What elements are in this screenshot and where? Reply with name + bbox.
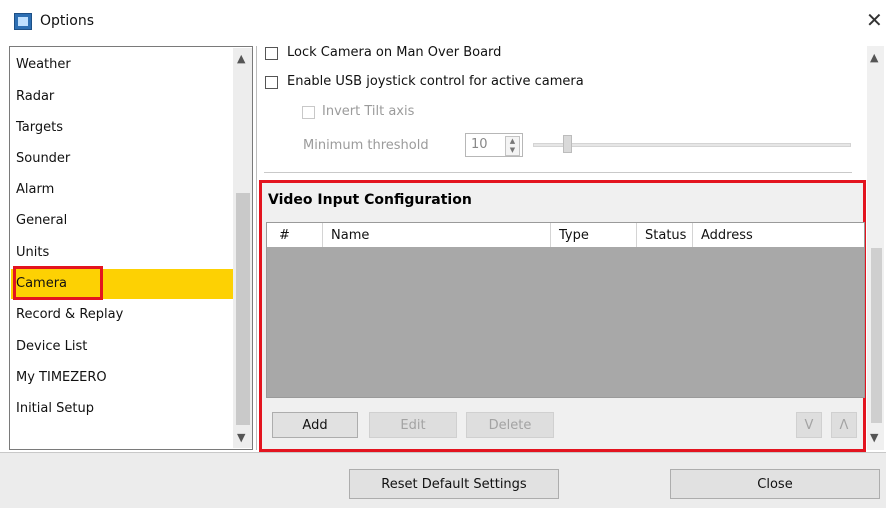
- settings-scroll-thumb[interactable]: [871, 248, 882, 423]
- close-button[interactable]: Close: [670, 469, 880, 499]
- nav-item-initial-setup[interactable]: Initial Setup: [16, 401, 94, 416]
- video-input-title: Video Input Configuration: [268, 192, 472, 208]
- panel-divider: [256, 46, 257, 450]
- usb-joystick-checkbox[interactable]: [265, 76, 278, 89]
- nav-item-record-replay[interactable]: Record & Replay: [16, 307, 123, 322]
- nav-item-device-list[interactable]: Device List: [16, 339, 87, 354]
- nav-item-radar[interactable]: Radar: [16, 89, 54, 104]
- move-up-button[interactable]: Λ: [831, 412, 857, 438]
- nav-item-units[interactable]: Units: [16, 245, 49, 260]
- nav-item-weather[interactable]: Weather: [16, 57, 71, 72]
- nav-item-sounder[interactable]: Sounder: [16, 151, 70, 166]
- lock-camera-mob-checkbox[interactable]: [265, 47, 278, 60]
- column-number[interactable]: #: [279, 228, 290, 243]
- column-name[interactable]: Name: [331, 228, 369, 243]
- dialog-footer: Reset Default Settings Close: [0, 452, 886, 508]
- min-threshold-label: Minimum threshold: [303, 138, 429, 153]
- column-address[interactable]: Address: [701, 228, 753, 243]
- close-icon[interactable]: ✕: [866, 8, 883, 32]
- window-title: Options: [40, 13, 95, 29]
- column-status[interactable]: Status: [645, 228, 686, 243]
- camera-highlight-box: [13, 266, 103, 300]
- scroll-down-icon[interactable]: ▼: [870, 432, 878, 444]
- move-down-button[interactable]: V: [796, 412, 822, 438]
- spinner-arrows-icon[interactable]: ▲ ▼: [505, 136, 520, 156]
- usb-joystick-label: Enable USB joystick control for active c…: [287, 74, 584, 89]
- title-bar: Options ✕: [0, 0, 886, 44]
- nav-scrollbar[interactable]: ▲ ▼: [233, 48, 252, 448]
- edit-button[interactable]: Edit: [369, 412, 457, 438]
- video-input-table-header: # Name Type Status Address: [266, 222, 865, 248]
- app-icon: [14, 13, 32, 30]
- delete-button[interactable]: Delete: [466, 412, 554, 438]
- nav-item-targets[interactable]: Targets: [16, 120, 63, 135]
- nav-item-general[interactable]: General: [16, 213, 67, 228]
- slider-thumb[interactable]: [563, 135, 572, 153]
- nav-item-my-timezero[interactable]: My TIMEZERO: [16, 370, 107, 385]
- add-button[interactable]: Add: [272, 412, 358, 438]
- min-threshold-value[interactable]: 10: [471, 137, 488, 152]
- invert-tilt-checkbox[interactable]: [302, 106, 315, 119]
- scroll-down-icon[interactable]: ▼: [237, 432, 245, 444]
- lock-camera-mob-label: Lock Camera on Man Over Board: [287, 45, 502, 60]
- min-threshold-spinner[interactable]: 10 ▲ ▼: [465, 133, 523, 157]
- nav-scroll-thumb[interactable]: [236, 193, 250, 425]
- section-separator: [264, 172, 852, 173]
- scroll-up-icon[interactable]: ▲: [237, 53, 245, 65]
- video-input-table-body[interactable]: [266, 247, 865, 398]
- column-type[interactable]: Type: [559, 228, 589, 243]
- nav-item-alarm[interactable]: Alarm: [16, 182, 54, 197]
- reset-default-settings-button[interactable]: Reset Default Settings: [349, 469, 559, 499]
- options-category-list: Weather Radar Targets Sounder Alarm Gene…: [9, 46, 253, 450]
- settings-scrollbar[interactable]: ▲ ▼: [867, 46, 884, 450]
- min-threshold-slider[interactable]: [533, 143, 851, 147]
- invert-tilt-label: Invert Tilt axis: [322, 104, 415, 119]
- scroll-up-icon[interactable]: ▲: [870, 52, 878, 64]
